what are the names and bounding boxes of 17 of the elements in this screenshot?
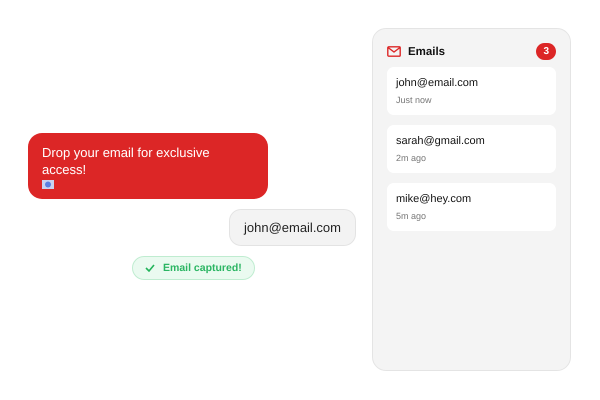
- email-card[interactable]: john@email.com Just now: [387, 67, 556, 115]
- email-address: sarah@gmail.com: [396, 135, 486, 147]
- panel-title: Emails: [408, 46, 446, 58]
- email-time: 2m ago: [396, 153, 428, 163]
- status-text: Email captured!: [163, 262, 242, 274]
- email-address: mike@hey.com: [396, 193, 472, 205]
- check-icon: [145, 264, 155, 272]
- email-card[interactable]: mike@hey.com 5m ago: [387, 183, 556, 231]
- mail-icon: [387, 46, 401, 57]
- emoji-icon: [42, 180, 54, 189]
- reply-bubble: john@email.com: [228, 209, 356, 246]
- email-card[interactable]: sarah@gmail.com 2m ago: [387, 125, 556, 173]
- message-text: Drop your email for exclusive access!: [42, 145, 210, 177]
- count-badge: 3: [536, 43, 556, 60]
- email-time: Just now: [396, 95, 433, 105]
- email-address: john@email.com: [396, 77, 480, 89]
- email-time: 5m ago: [396, 211, 428, 221]
